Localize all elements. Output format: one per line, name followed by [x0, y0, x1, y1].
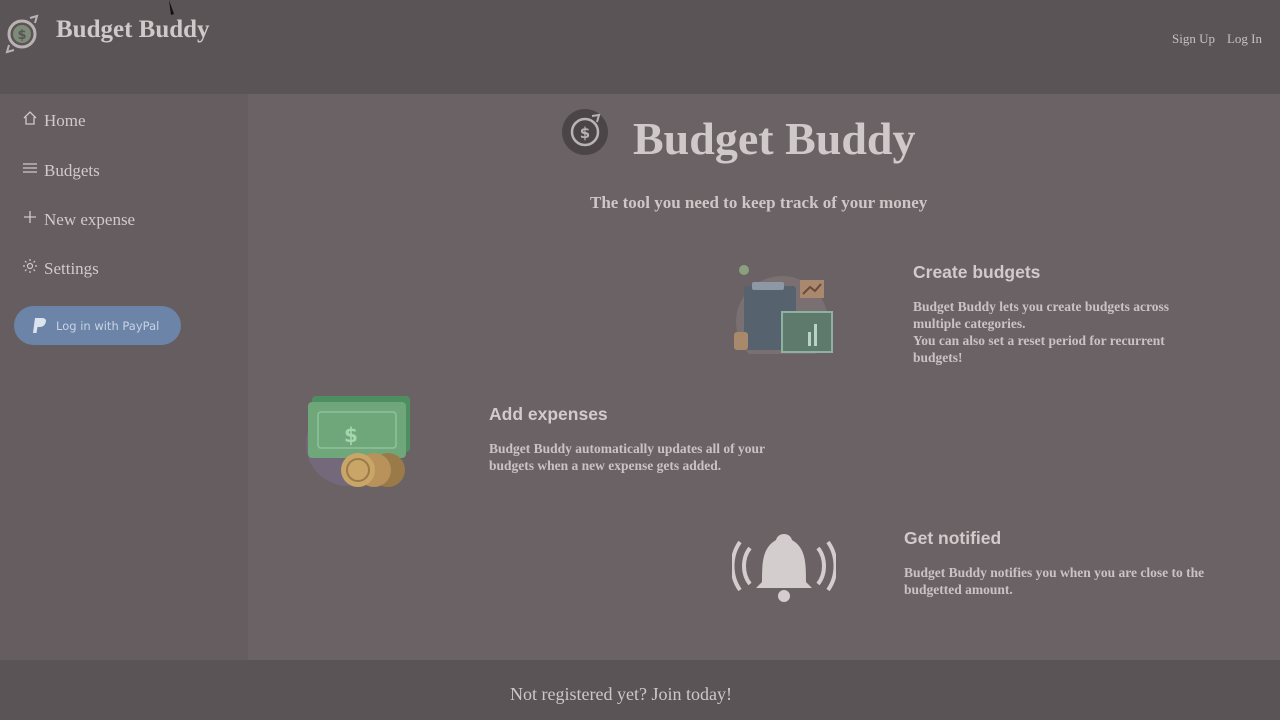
join-today-link[interactable]: Not registered yet? Join today!	[510, 684, 732, 705]
sidebar-item-label: New expense	[44, 210, 136, 229]
feature-title-add-expenses: Add expenses	[489, 404, 608, 424]
add-expenses-illustration: $	[306, 396, 410, 487]
svg-text:$: $	[344, 423, 358, 447]
sidebar-item-label: Home	[44, 111, 86, 130]
menu-icon	[23, 163, 37, 173]
sidebar-item-settings[interactable]: Settings	[22, 259, 99, 278]
auth-links: Sign Up Log In	[1172, 31, 1262, 47]
page-title: Budget Buddy	[633, 113, 916, 164]
top-navbar: $ Budget Buddy Sign Up Log In	[0, 0, 1280, 94]
paypal-login-button[interactable]: Log in with PayPal	[14, 306, 181, 345]
paypal-icon	[33, 317, 46, 333]
feature-title-get-notified: Get notified	[904, 528, 1002, 548]
brand-logo-icon: $	[562, 109, 608, 155]
main-content: $ Budget Buddy The tool you need to keep…	[248, 94, 1280, 660]
footer: Not registered yet? Join today!	[0, 660, 1280, 720]
sidebar-item-label: Settings	[44, 259, 99, 278]
home-icon	[23, 111, 37, 125]
paypal-button-label: Log in with PayPal	[56, 318, 160, 333]
sidebar-item-home[interactable]: Home	[22, 111, 86, 130]
feature-text-get-notified: Budget Buddy notifies you when you are c…	[904, 565, 1205, 597]
sidebar-item-label: Budgets	[44, 161, 100, 180]
login-link[interactable]: Log In	[1227, 31, 1262, 47]
sidebar: Home Budgets New expense Settings Log in…	[0, 94, 248, 660]
signup-link[interactable]: Sign Up	[1172, 31, 1215, 47]
create-budgets-illustration	[734, 265, 833, 354]
brand-logo-icon[interactable]: $	[4, 14, 40, 54]
feature-text-create-budgets: Budget Buddy lets you create budgets acr…	[913, 299, 1170, 365]
sidebar-item-new-expense[interactable]: New expense	[22, 211, 135, 228]
sidebar-item-budgets[interactable]: Budgets	[22, 162, 100, 179]
plus-icon	[24, 211, 36, 223]
feature-text-add-expenses: Budget Buddy automatically updates all o…	[489, 441, 766, 473]
svg-text:$: $	[17, 28, 26, 43]
page-tagline: The tool you need to keep track of your …	[590, 193, 928, 212]
bell-notification-icon	[732, 534, 836, 602]
svg-text:$: $	[580, 124, 590, 142]
brand-title[interactable]: Budget Buddy	[56, 16, 210, 44]
mouse-cursor-icon	[169, 0, 174, 15]
feature-title-create-budgets: Create budgets	[913, 262, 1041, 282]
gear-icon	[23, 259, 37, 273]
